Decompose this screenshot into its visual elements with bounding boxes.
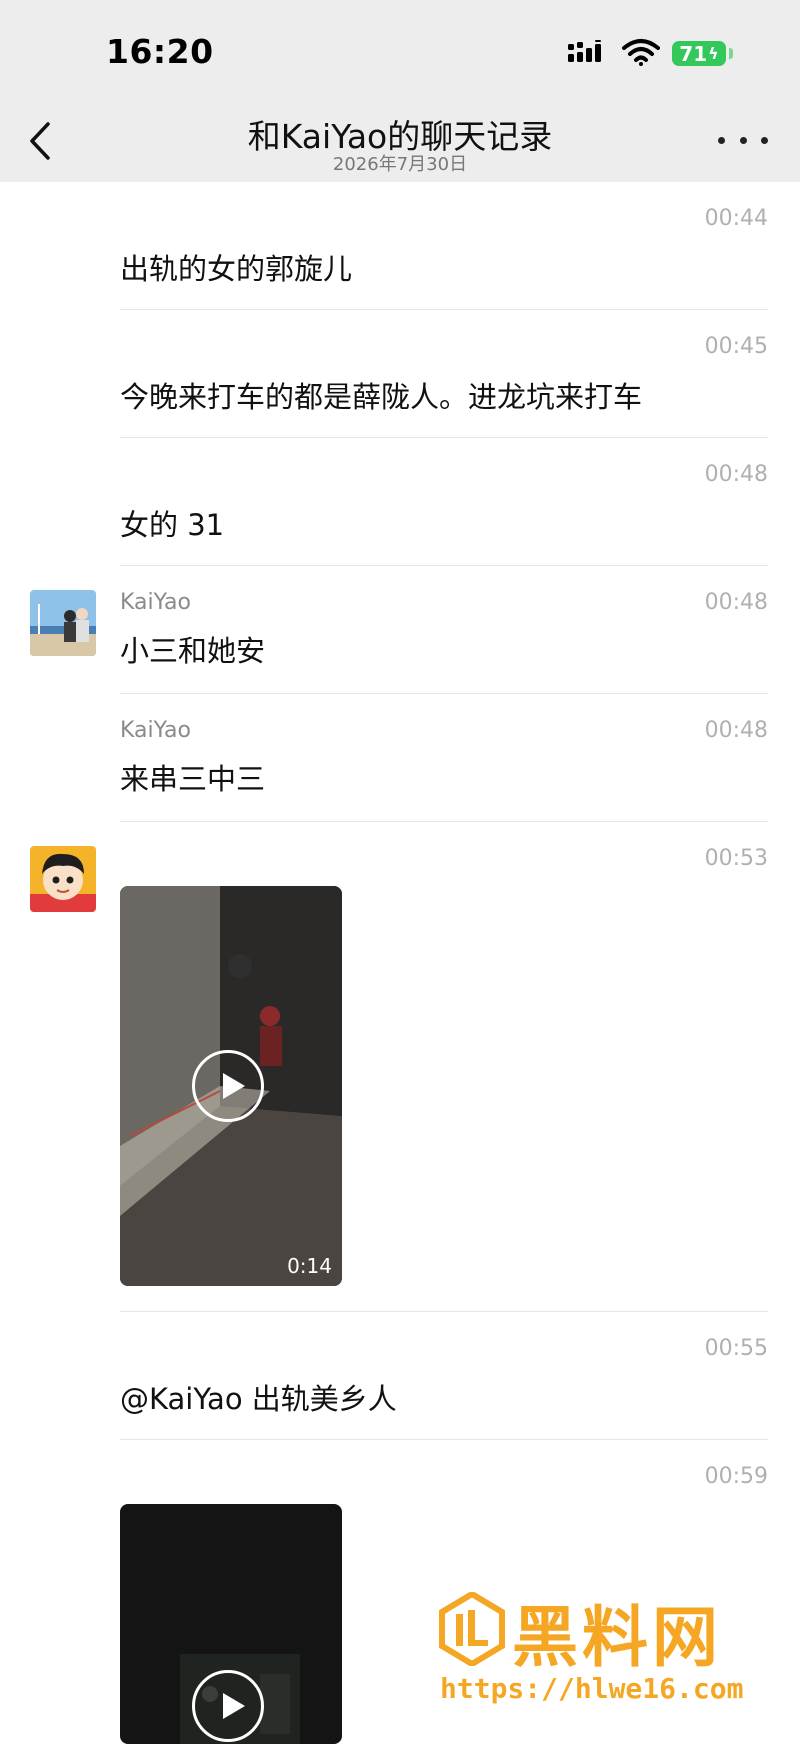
watermark-logo-icon <box>439 1592 505 1666</box>
chat-message: 00:55 @KaiYao 出轨美乡人 <box>0 1312 800 1440</box>
chat-message: KaiYao 00:48 来串三中三 <box>0 694 800 822</box>
message-time: 00:44 <box>704 206 768 231</box>
message-time: 00:48 <box>704 590 768 615</box>
message-time: 00:48 <box>704 462 768 487</box>
message-text: 女的 31 <box>120 508 225 542</box>
top-bar: 16:20 71 ϟ 和KaiYao的聊天记录 2026年7月30日 <box>0 0 800 182</box>
play-icon[interactable] <box>192 1670 264 1742</box>
more-dot-icon <box>718 136 725 144</box>
message-text: 今晚来打车的都是薛陇人。进龙坑来打车 <box>120 380 643 414</box>
status-time: 16:20 <box>106 32 214 71</box>
chat-message: 00:45 今晚来打车的都是薛陇人。进龙坑来打车 <box>0 310 800 438</box>
wifi-icon <box>622 39 660 66</box>
watermark-brand: 黑料网 <box>512 1599 722 1676</box>
avatar[interactable] <box>30 846 96 912</box>
charging-bolt-icon: ϟ <box>708 44 719 63</box>
message-text: @KaiYao 出轨美乡人 <box>120 1382 397 1416</box>
chat-message: 00:48 女的 31 <box>0 438 800 566</box>
message-time: 00:55 <box>704 1336 768 1361</box>
battery-indicator: 71 ϟ <box>672 41 726 66</box>
message-text: 小三和她安 <box>120 634 266 668</box>
message-sender: KaiYao <box>120 590 191 615</box>
more-options-button[interactable] <box>718 120 768 160</box>
message-time: 00:53 <box>704 846 768 871</box>
battery-cap <box>729 48 733 59</box>
message-time: 00:45 <box>704 334 768 359</box>
battery-level: 71 <box>679 41 708 66</box>
video-duration: 0:14 <box>287 1254 332 1278</box>
video-thumbnail[interactable] <box>120 1504 342 1744</box>
message-time: 00:59 <box>704 1464 768 1489</box>
message-sender: KaiYao <box>120 718 191 743</box>
chat-message: KaiYao 00:48 小三和她安 <box>0 566 800 694</box>
page-subtitle: 2026年7月30日 <box>332 154 468 175</box>
video-thumbnail[interactable]: 0:14 <box>120 886 342 1286</box>
message-text: 出轨的女的郭旋儿 <box>120 252 353 286</box>
more-dot-icon <box>739 136 747 144</box>
chat-message: 00:53 0:14 <box>0 822 800 1312</box>
avatar[interactable] <box>30 590 96 656</box>
message-time: 00:48 <box>704 718 768 743</box>
play-icon[interactable] <box>192 1050 264 1122</box>
watermark-url: https://hlwe16.com <box>440 1672 744 1705</box>
chat-message: 00:44 出轨的女的郭旋儿 <box>0 182 800 310</box>
message-text: 来串三中三 <box>120 762 266 796</box>
more-dot-icon <box>761 136 768 144</box>
cellular-signal-icon <box>568 40 601 62</box>
